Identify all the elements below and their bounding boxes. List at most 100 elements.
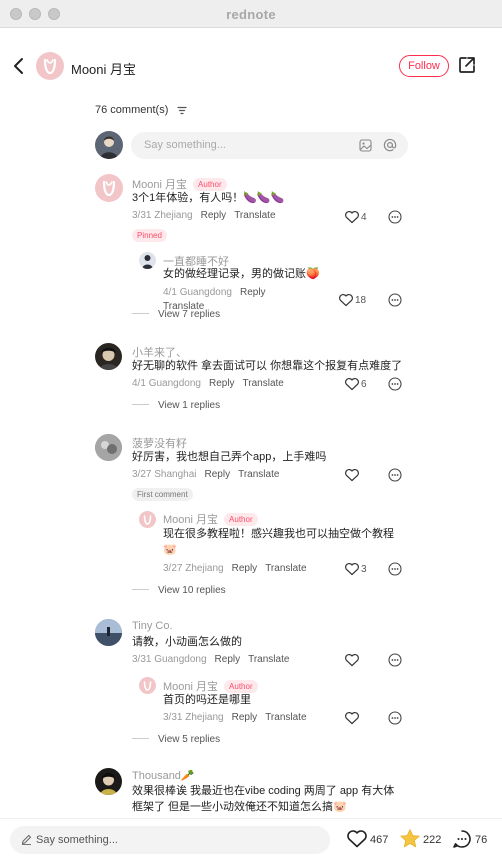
reply-location: Zhejiang [185, 563, 224, 574]
comment-author-name[interactable]: Thousand🥕 [132, 769, 195, 782]
share-icon[interactable] [458, 56, 476, 74]
view-replies-button[interactable]: View 5 replies [132, 734, 220, 745]
reply-meta: 3/27 Zhejiang Reply Translate [163, 563, 307, 574]
heart-icon[interactable] [344, 468, 360, 482]
reply-location: Guangdong [179, 287, 232, 298]
translate-button[interactable]: Translate [234, 210, 275, 221]
translate-button[interactable]: Translate [265, 563, 306, 574]
reply-avatar[interactable] [139, 252, 156, 269]
view-replies-button[interactable]: View 7 replies [132, 309, 220, 320]
like-count: 3 [361, 564, 367, 575]
bottom-comment-input[interactable]: Say something... [10, 826, 330, 854]
like-count: 4 [361, 212, 367, 223]
comment-date: 3/27 [132, 469, 152, 480]
translate-button[interactable]: Translate [248, 654, 289, 665]
comment-date: 3/31 [132, 654, 152, 665]
pen-icon [21, 834, 32, 845]
view-replies-label: View 7 replies [158, 309, 221, 320]
comment-text: 好厉害，我也想自己弄个app，上手难吗 [132, 451, 327, 463]
comment-input-placeholder: Say something... [144, 139, 226, 151]
heart-icon[interactable] [338, 293, 354, 307]
comment-meta: 3/27 Shanghai Reply Translate [132, 469, 279, 480]
reply-text-line2: 🐷 [163, 544, 177, 556]
like-total: 467 [370, 834, 389, 846]
reply-button[interactable]: Reply [232, 712, 258, 723]
comment-input[interactable]: Say something... [131, 132, 408, 159]
heart-icon[interactable] [344, 210, 360, 224]
translate-button[interactable]: Translate [265, 712, 306, 723]
more-icon[interactable] [388, 293, 402, 307]
comment-avatar[interactable] [95, 343, 122, 370]
heart-icon[interactable] [346, 829, 368, 848]
window-title: rednote [226, 7, 276, 22]
reply-button[interactable]: Reply [240, 287, 266, 298]
reply-author-name: Mooni 月宝 [163, 514, 219, 526]
heart-icon[interactable] [344, 562, 360, 576]
comment-avatar[interactable] [95, 174, 123, 202]
comment-meta: 3/31 Zhejiang Reply Translate [132, 210, 276, 221]
translate-button[interactable]: Translate [243, 378, 284, 389]
current-user-avatar [95, 131, 123, 159]
reply-button[interactable]: Reply [209, 378, 235, 389]
sort-icon[interactable] [177, 106, 187, 115]
comment-text: 好无聊的软件 拿去面试可以 你想靠这个报复有点难度了 [132, 360, 403, 372]
more-icon[interactable] [388, 653, 402, 667]
view-replies-label: View 1 replies [158, 400, 221, 411]
author-tag: Author [224, 513, 258, 526]
comment-location: Zhejiang [154, 210, 193, 221]
pinned-badge: Pinned [132, 229, 167, 242]
bottom-bar: Say something... 467 222 76 [0, 818, 502, 859]
heart-icon[interactable] [344, 653, 360, 667]
comment-location: Guangdong [154, 654, 207, 665]
heart-icon[interactable] [344, 711, 360, 725]
bottom-input-placeholder: Say something... [36, 834, 118, 846]
reply-author[interactable]: Mooni 月宝 Author [163, 511, 258, 527]
comment-meta: 4/1 Guangdong Reply Translate [132, 378, 284, 389]
star-icon[interactable] [399, 828, 421, 849]
comment-avatar[interactable] [95, 619, 122, 646]
comment-author-name[interactable]: Tiny Co. [132, 620, 173, 632]
reply-button[interactable]: Reply [201, 210, 227, 221]
back-icon[interactable] [10, 55, 28, 77]
comment-icon[interactable] [452, 829, 472, 849]
view-replies-button[interactable]: View 1 replies [132, 400, 220, 411]
more-icon[interactable] [388, 562, 402, 576]
like-count: 18 [355, 295, 367, 306]
translate-button[interactable]: Translate [238, 469, 279, 480]
comment-date: 4/1 [132, 378, 146, 389]
follow-button[interactable]: Follow [399, 55, 449, 77]
reply-avatar[interactable] [139, 511, 156, 528]
more-icon[interactable] [388, 377, 402, 391]
reply-button[interactable]: Reply [215, 654, 241, 665]
reply-meta: 3/31 Zhejiang Reply Translate [163, 712, 307, 723]
author-avatar[interactable] [36, 52, 64, 80]
reply-meta: 4/1 Guangdong Reply [163, 287, 266, 298]
author-name[interactable]: Mooni 月宝 [71, 59, 136, 78]
reply-button[interactable]: Reply [205, 469, 231, 480]
reply-date: 3/27 [163, 563, 183, 574]
comment-text: 请教，小动画怎么做的 [132, 636, 242, 648]
view-replies-label: View 10 replies [158, 585, 226, 596]
reply-date: 3/31 [163, 712, 183, 723]
at-icon[interactable] [383, 138, 397, 152]
reply-text: 女的做经理记录，男的做记账🍑 [163, 268, 320, 280]
more-icon[interactable] [388, 210, 402, 224]
comment-text: 效果很棒诶 我最近也在vibe coding 两周了 app 有大体 [132, 785, 395, 797]
reply-location: Zhejiang [185, 712, 224, 723]
comment-avatar[interactable] [95, 434, 122, 461]
comment-meta: 3/31 Guangdong Reply Translate [132, 654, 289, 665]
comment-date: 3/31 [132, 210, 152, 221]
window-titlebar: rednote [0, 0, 502, 28]
more-icon[interactable] [388, 711, 402, 725]
reply-button[interactable]: Reply [232, 563, 258, 574]
collect-total: 222 [423, 834, 442, 846]
comment-avatar[interactable] [95, 768, 122, 795]
first-comment-badge: First comment [132, 488, 193, 501]
view-replies-button[interactable]: View 10 replies [132, 585, 226, 596]
reply-avatar[interactable] [139, 677, 156, 694]
reply-date: 4/1 [163, 287, 177, 298]
more-icon[interactable] [388, 468, 402, 482]
heart-icon[interactable] [344, 377, 360, 391]
comment-location: Shanghai [154, 469, 197, 480]
image-icon[interactable] [359, 139, 372, 152]
